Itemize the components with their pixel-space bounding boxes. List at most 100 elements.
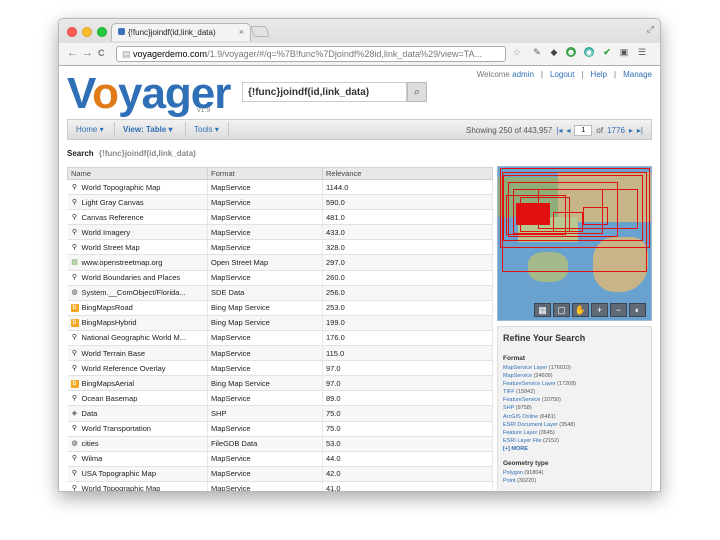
next-page-icon[interactable]: ▸ (629, 126, 633, 135)
total-pages[interactable]: 1776 (607, 126, 625, 135)
facet-item[interactable]: ESRI Layer File (2152) (503, 437, 646, 445)
column-header-relevance[interactable]: Relevance (322, 167, 493, 180)
table-row[interactable]: ⚲ World Topographic Map MapService 1144.0 (67, 179, 493, 196)
table-row[interactable]: ⚲ World Imagery MapService 433.0 (67, 224, 493, 241)
result-name[interactable]: ⚲ World Imagery (67, 224, 208, 241)
camera-icon[interactable]: ▣ (619, 47, 629, 57)
result-name[interactable]: ⚲ World Street Map (67, 239, 208, 256)
search-icon[interactable]: ⌕ (407, 82, 427, 102)
map-zoom-in-icon[interactable]: + (591, 303, 608, 317)
result-name[interactable]: ◈ Data (67, 405, 208, 422)
fullscreen-icon[interactable]: ⤢ (647, 24, 654, 35)
facet-item[interactable]: FeatureService (10750) (503, 396, 646, 404)
facet-item[interactable]: TIFF (15842) (503, 388, 646, 396)
result-name[interactable]: ⚲ World Topographic Map (67, 179, 208, 196)
map-pan-tool-icon[interactable]: ✋ (572, 303, 589, 317)
table-row[interactable]: ⚲ World Reference Overlay MapService 97.0 (67, 360, 493, 377)
map-select-tool-icon[interactable]: ▢ (553, 303, 570, 317)
facet-item[interactable]: SHP (9758) (503, 404, 646, 412)
result-name[interactable]: ⚲ USA Topographic Map (67, 466, 208, 482)
view-menu[interactable]: View: Table ▾ (123, 125, 173, 134)
table-row[interactable]: ▤ www.openstreetmap.org Open Street Map 297… (67, 254, 493, 271)
facet-item[interactable]: ESRI Document Layer (3548) (503, 421, 646, 429)
result-name[interactable]: b BingMapsHybrid (67, 315, 208, 331)
table-row[interactable]: ◍ cities FileGDB Data 53.0 (67, 436, 493, 452)
table-row[interactable]: b BingMapsAerial Bing Map Service 97.0 (67, 375, 493, 392)
result-name[interactable]: ⚲ World Topographic Map (67, 481, 208, 491)
first-page-icon[interactable]: |◂ (556, 126, 562, 135)
table-row[interactable]: ⚲ World Boundaries and Places MapService 26… (67, 270, 493, 286)
prev-page-icon[interactable]: ◂ (566, 126, 570, 135)
table-row[interactable]: ⚲ World Topographic Map MapService 41.0 (67, 481, 493, 491)
map-grid-tool-icon[interactable]: ▦ (534, 303, 551, 317)
facet-item[interactable]: Point (30220) (503, 477, 646, 485)
table-row[interactable]: ◈ Data SHP 75.0 (67, 405, 493, 422)
result-name[interactable]: ⚲ Wilma (67, 451, 208, 467)
column-header-format[interactable]: Format (207, 167, 323, 180)
maximize-window-button[interactable] (97, 27, 107, 37)
wrench-icon[interactable]: ✎ (532, 47, 542, 57)
table-row[interactable]: ⚲ World Street Map MapService 328.0 (67, 239, 493, 256)
home-menu[interactable]: Home ▾ (76, 125, 104, 134)
table-row[interactable]: ⚲ Wilma MapService 44.0 (67, 451, 493, 467)
facet-item[interactable]: MapService Layer (176010) (503, 364, 646, 372)
table-row[interactable]: ⚲ Ocean Basemap MapService 89.0 (67, 390, 493, 407)
table-row[interactable]: b BingMapsHybrid Bing Map Service 199.0 (67, 315, 493, 331)
result-name[interactable]: ⚲ World Boundaries and Places (67, 270, 208, 286)
last-page-icon[interactable]: ▸| (637, 126, 643, 135)
page-number-input[interactable] (574, 125, 593, 136)
result-name[interactable]: ⚲ Light Gray Canvas (67, 194, 208, 211)
help-link[interactable]: Help (591, 70, 607, 79)
result-name[interactable]: ⚲ World Terrain Base (67, 345, 208, 362)
facet-item[interactable]: ArcGIS Online (6481) (503, 413, 646, 421)
reload-button[interactable]: C (98, 48, 105, 58)
logout-link[interactable]: Logout (550, 70, 574, 79)
forward-button[interactable]: → (82, 47, 93, 59)
address-bar[interactable]: ▤ voyagerdemo.com/1.9/voyager/#/q=%7B!fu… (116, 46, 506, 62)
bookmark-star-icon[interactable]: ☆ (512, 47, 522, 57)
table-row[interactable]: b BingMapsRoad Bing Map Service 253.0 (67, 300, 493, 316)
table-row[interactable]: ⚲ World Terrain Base MapService 115.0 (67, 345, 493, 362)
extension-green-icon[interactable]: ☻ (566, 47, 576, 57)
result-name[interactable]: ▤ www.openstreetmap.org (67, 254, 208, 271)
result-name[interactable]: ⚲ Ocean Basemap (67, 390, 208, 407)
table-row[interactable]: ⚲ World Transportation MapService 75.0 (67, 421, 493, 437)
table-row[interactable]: ⚲ National Geographic World M... MapServic… (67, 330, 493, 347)
table-row[interactable]: ⚲ Light Gray Canvas MapService 590.0 (67, 194, 493, 211)
new-tab-button[interactable] (249, 26, 271, 37)
tab-close-icon[interactable]: × (239, 27, 244, 37)
facet-item[interactable]: MapService (24609) (503, 372, 646, 380)
result-name[interactable]: ◍ System.__ComObject/Florida... (67, 285, 208, 301)
extension-teal-icon[interactable]: ◉ (584, 47, 594, 57)
map-layer-toggle-icon[interactable]: ◐ (629, 303, 646, 317)
table-row[interactable]: ◍ System.__ComObject/Florida... SDE Data 25… (67, 285, 493, 301)
facet-item[interactable]: FeatureService Layer (17268) (503, 380, 646, 388)
result-name[interactable]: ⚲ World Reference Overlay (67, 360, 208, 377)
result-name[interactable]: ⚲ National Geographic World M... (67, 330, 208, 347)
user-link-admin[interactable]: admin (512, 70, 534, 79)
table-row[interactable]: ⚲ Canvas Reference MapService 481.0 (67, 209, 493, 226)
minimize-window-button[interactable] (82, 27, 92, 37)
result-name[interactable]: b BingMapsAerial (67, 375, 208, 392)
map-zoom-out-icon[interactable]: − (610, 303, 627, 317)
result-name[interactable]: ◍ cities (67, 436, 208, 452)
close-window-button[interactable] (67, 27, 77, 37)
extension-icon[interactable]: ◆ (549, 47, 559, 57)
result-name[interactable]: ⚲ World Transportation (67, 421, 208, 437)
more-formats-link[interactable]: [+] MORE (503, 445, 646, 453)
back-button[interactable]: ← (67, 47, 78, 59)
menu-icon[interactable]: ☰ (637, 47, 647, 57)
tools-menu[interactable]: Tools ▾ (194, 125, 219, 134)
search-input[interactable]: {!func}joindf(id,link_data) (242, 82, 407, 102)
manage-link[interactable]: Manage (623, 70, 652, 79)
table-row[interactable]: ⚲ USA Topographic Map MapService 42.0 (67, 466, 493, 482)
facet-item[interactable]: Feature Layer (3645) (503, 429, 646, 437)
result-name[interactable]: b BingMapsRoad (67, 300, 208, 316)
facet-item[interactable]: Polygon (91804) (503, 469, 646, 477)
column-header-name[interactable]: Name (67, 167, 208, 180)
search-query[interactable]: {!func}joindf(id,link_data) (99, 149, 196, 158)
footprint-map[interactable]: ▦ ▢ ✋ + − ◐ (497, 166, 652, 321)
browser-tab[interactable]: {!func}joindf(id,link_data) × (111, 23, 251, 41)
result-name[interactable]: ⚲ Canvas Reference (67, 209, 208, 226)
checkmark-icon[interactable]: ✔ (602, 47, 612, 57)
